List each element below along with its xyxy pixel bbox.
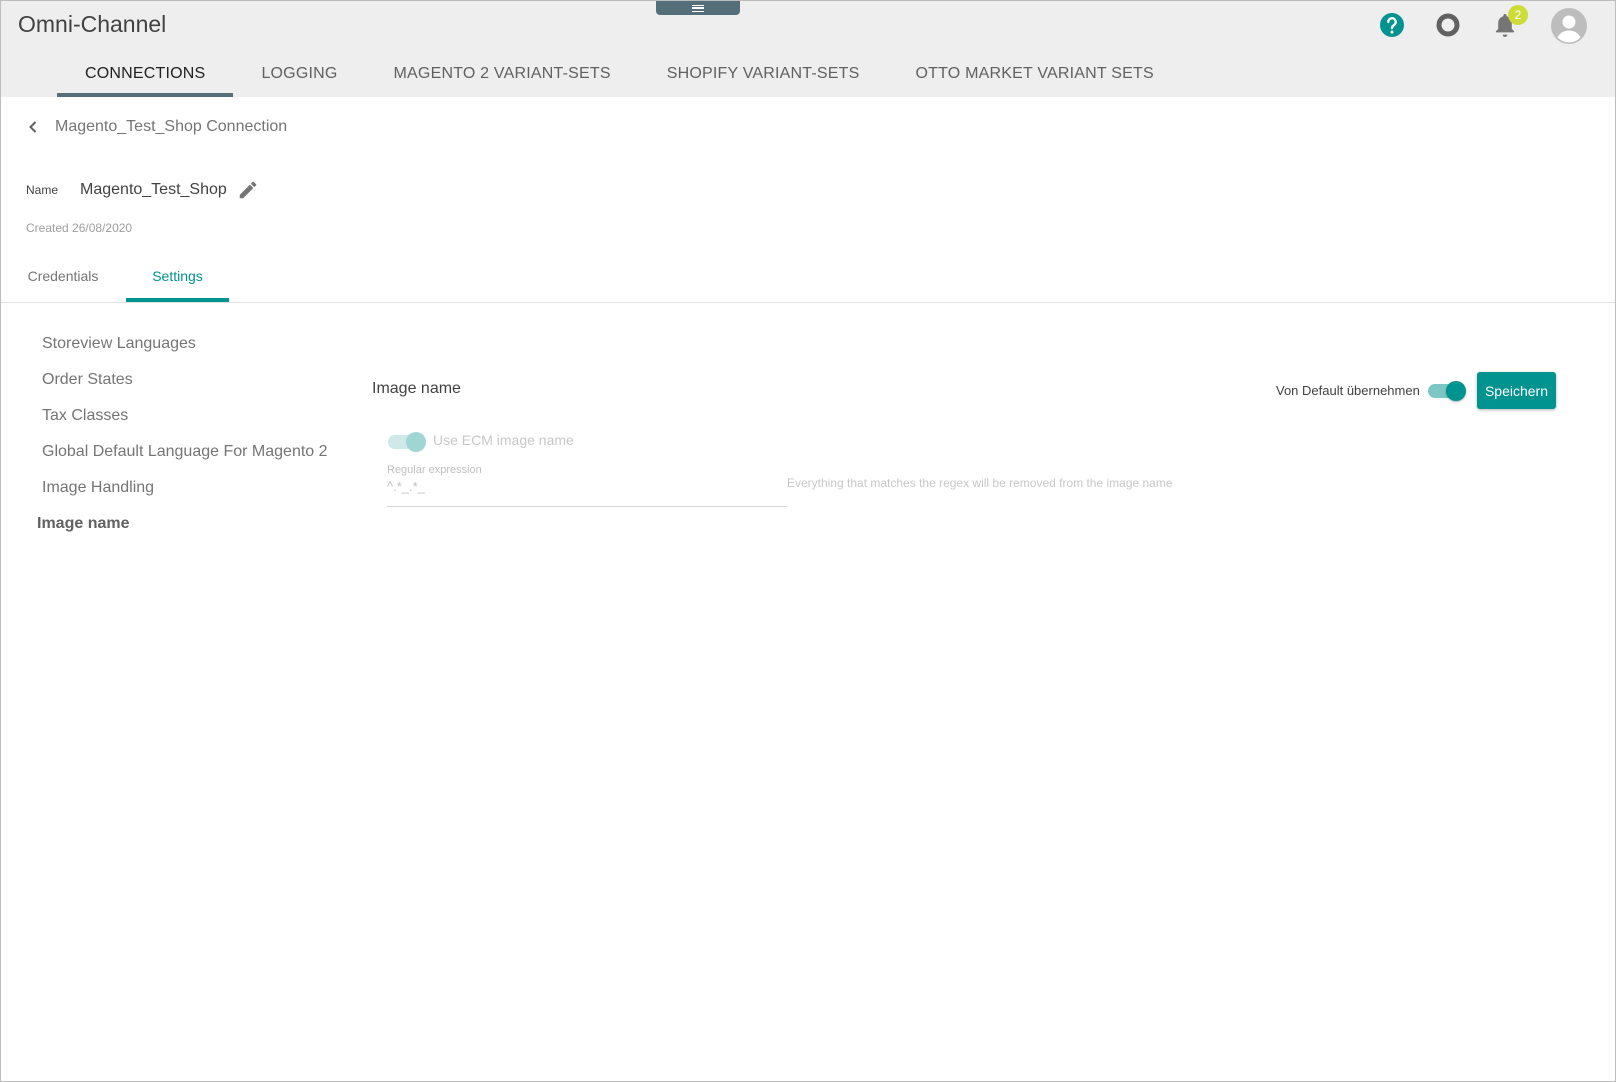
tab-settings[interactable]: Settings bbox=[126, 254, 229, 302]
settings-menu: Storeview Languages Order States Tax Cla… bbox=[37, 331, 328, 547]
avatar-icon[interactable] bbox=[1551, 8, 1587, 44]
ecm-image-name-toggle[interactable] bbox=[388, 432, 426, 452]
regex-label: Regular expression bbox=[387, 464, 482, 476]
tab-credentials[interactable]: Credentials bbox=[17, 254, 109, 302]
connection-subtabs: Credentials Settings bbox=[1, 254, 1615, 303]
tab-otto-market-variant-sets[interactable]: OTTO MARKET VARIANT SETS bbox=[888, 53, 1182, 97]
settings-item-global-default-language[interactable]: Global Default Language For Magento 2 bbox=[42, 439, 328, 475]
settings-item-image-name[interactable]: Image name bbox=[37, 511, 328, 547]
help-circle-icon[interactable] bbox=[1377, 10, 1407, 40]
created-date: Created 26/08/2020 bbox=[26, 221, 133, 235]
notification-badge: 2 bbox=[1508, 5, 1528, 25]
toggle-knob bbox=[1446, 381, 1466, 401]
status-ring-icon[interactable] bbox=[1433, 10, 1463, 40]
regex-field: Regular expression bbox=[387, 464, 787, 507]
settings-item-order-states[interactable]: Order States bbox=[42, 367, 328, 403]
name-label: Name bbox=[26, 183, 59, 197]
tab-logging[interactable]: LOGGING bbox=[233, 53, 365, 97]
app-window: Omni-Channel 2 CONNECTIONS LOGGING MAGEN… bbox=[0, 0, 1616, 1082]
tab-shopify-variant-sets[interactable]: SHOPIFY VARIANT-SETS bbox=[639, 53, 888, 97]
settings-item-image-handling[interactable]: Image Handling bbox=[42, 475, 328, 511]
top-navigation: CONNECTIONS LOGGING MAGENTO 2 VARIANT-SE… bbox=[57, 53, 1182, 97]
breadcrumb-title: Magento_Test_Shop Connection bbox=[55, 118, 288, 135]
app-header: Omni-Channel 2 CONNECTIONS LOGGING MAGEN… bbox=[1, 1, 1615, 97]
breadcrumb: Magento_Test_Shop Connection bbox=[23, 117, 287, 137]
settings-item-tax-classes[interactable]: Tax Classes bbox=[42, 403, 328, 439]
default-toggle[interactable] bbox=[1428, 381, 1466, 401]
pencil-icon[interactable] bbox=[237, 179, 259, 201]
regex-hint: Everything that matches the regex will b… bbox=[787, 476, 1173, 490]
regex-input[interactable] bbox=[387, 476, 787, 494]
menu-toggle-button[interactable] bbox=[656, 1, 740, 15]
chevron-left-icon[interactable] bbox=[23, 117, 43, 137]
app-title: Omni-Channel bbox=[18, 11, 167, 37]
save-button[interactable]: Speichern bbox=[1477, 372, 1556, 409]
menu-icon bbox=[692, 4, 704, 12]
tab-connections[interactable]: CONNECTIONS bbox=[57, 53, 234, 97]
settings-item-storeview-languages[interactable]: Storeview Languages bbox=[42, 331, 328, 367]
toggle-knob bbox=[406, 432, 426, 452]
connection-name-value: Magento_Test_Shop bbox=[80, 181, 227, 198]
tab-magento2-variant-sets[interactable]: MAGENTO 2 VARIANT-SETS bbox=[366, 53, 639, 97]
default-toggle-label: Von Default übernehmen bbox=[1276, 383, 1420, 398]
panel-title: Image name bbox=[372, 380, 461, 397]
ecm-toggle-label: Use ECM image name bbox=[433, 432, 574, 448]
connection-name-row: Name Magento_Test_Shop bbox=[26, 179, 259, 201]
